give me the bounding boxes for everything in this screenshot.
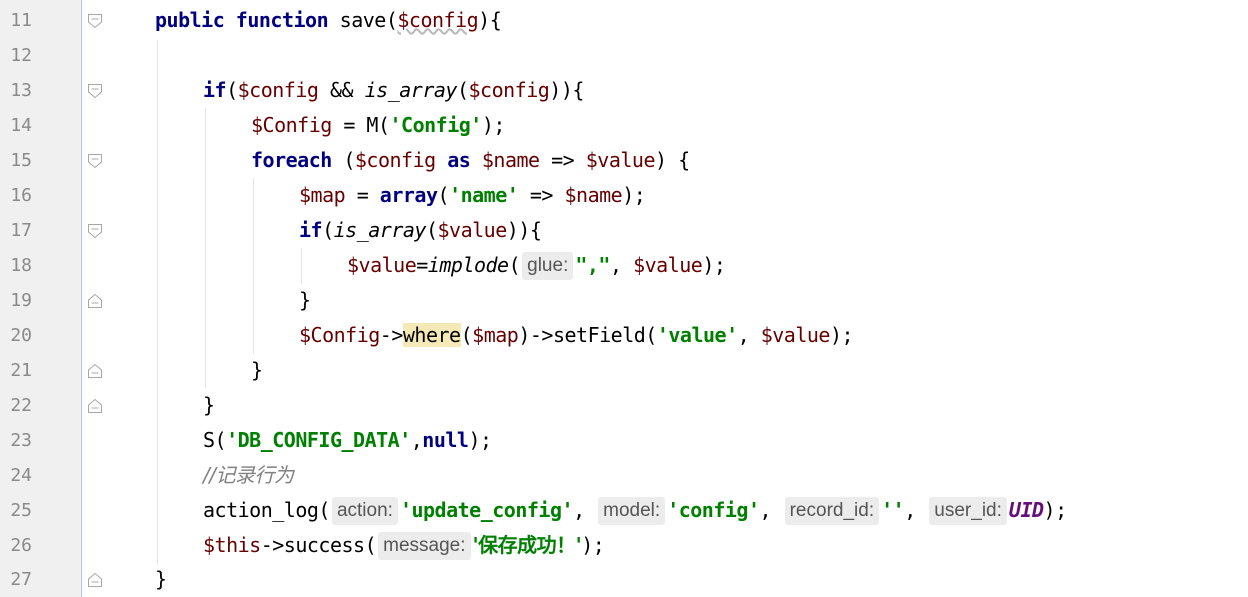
line-number: 22 [10,395,32,416]
code-text[interactable]: public function save($config){ [155,3,502,38]
line-number: 15 [10,150,32,171]
param-hint: record_id: [784,497,880,525]
param-hint: user_id: [929,497,1007,525]
code-line: 20 $Config->where($map)->setField('value… [0,318,1248,353]
code-line: 26 $this->success(message: '保存成功！'); [0,528,1248,563]
code-line: 27 } [0,562,1248,597]
line-number: 16 [10,185,32,206]
code-line: 21 } [0,353,1248,388]
param-hint: action: [331,497,398,525]
param-hint: message: [378,532,471,560]
fold-open-icon[interactable] [87,13,103,29]
code-line: 11 public function save($config){ [0,3,1248,38]
comment: //记录行为 [203,463,294,487]
code-text[interactable]: } [203,388,215,423]
fold-close-icon[interactable] [87,572,103,588]
line-number: 27 [10,569,32,590]
code-line: 15 foreach ($config as $name => $value) … [0,143,1248,178]
line-number: 13 [10,80,32,101]
code-line: 13 if($config && is_array($config)){ [0,73,1248,108]
line-number: 20 [10,325,32,346]
param-hint: model: [598,497,666,525]
code-text[interactable]: //记录行为 [203,458,294,493]
line-number: 23 [10,430,32,451]
code-text[interactable]: $this->success(message: '保存成功！'); [203,528,605,563]
line-number: 21 [10,360,32,381]
fold-close-icon[interactable] [87,293,103,309]
code-text[interactable]: foreach ($config as $name => $value) { [251,143,690,178]
code-editor[interactable]: 11 public function save($config){ 12 13 … [0,0,1248,597]
line-number: 24 [10,465,32,486]
code-text[interactable]: $Config->where($map)->setField('value', … [299,318,854,353]
code-text[interactable]: if($config && is_array($config)){ [203,73,584,108]
code-line: 23 S('DB_CONFIG_DATA',null); [0,423,1248,458]
fold-open-icon[interactable] [87,223,103,239]
highlighted-method: where [402,323,461,347]
code-line: 17 if(is_array($value)){ [0,213,1248,248]
code-line: 22 } [0,388,1248,423]
code-text[interactable]: $value=implode(glue: ",", $value); [347,248,726,283]
code-line: 18 $value=implode(glue: ",", $value); [0,248,1248,283]
line-number: 19 [10,290,32,311]
code-text[interactable]: action_log(action:'update_config', model… [203,493,1067,528]
line-number: 17 [10,220,32,241]
fold-open-icon[interactable] [87,153,103,169]
fold-close-icon[interactable] [87,363,103,379]
fold-open-icon[interactable] [87,83,103,99]
line-number: 26 [10,535,32,556]
code-line: 25 action_log(action:'update_config', mo… [0,493,1248,528]
code-line: 16 $map = array('name' => $name); [0,178,1248,213]
code-line: 14 $Config = M('Config'); [0,108,1248,143]
code-line: 24 //记录行为 [0,458,1248,493]
code-text[interactable]: if(is_array($value)){ [299,213,542,248]
line-number: 12 [10,45,32,66]
line-number: 11 [10,10,32,31]
code-text[interactable]: } [251,353,263,388]
code-text[interactable]: } [299,283,311,318]
code-text[interactable]: } [155,562,167,597]
fold-close-icon[interactable] [87,398,103,414]
code-text[interactable]: $map = array('name' => $name); [299,178,646,213]
code-line: 12 [0,38,1248,73]
line-number: 14 [10,115,32,136]
param-hint: glue: [522,252,574,280]
line-number: 18 [10,255,32,276]
line-number: 25 [10,500,32,521]
code-text[interactable]: S('DB_CONFIG_DATA',null); [203,423,492,458]
code-text[interactable]: $Config = M('Config'); [251,108,505,143]
code-line: 19 } [0,283,1248,318]
